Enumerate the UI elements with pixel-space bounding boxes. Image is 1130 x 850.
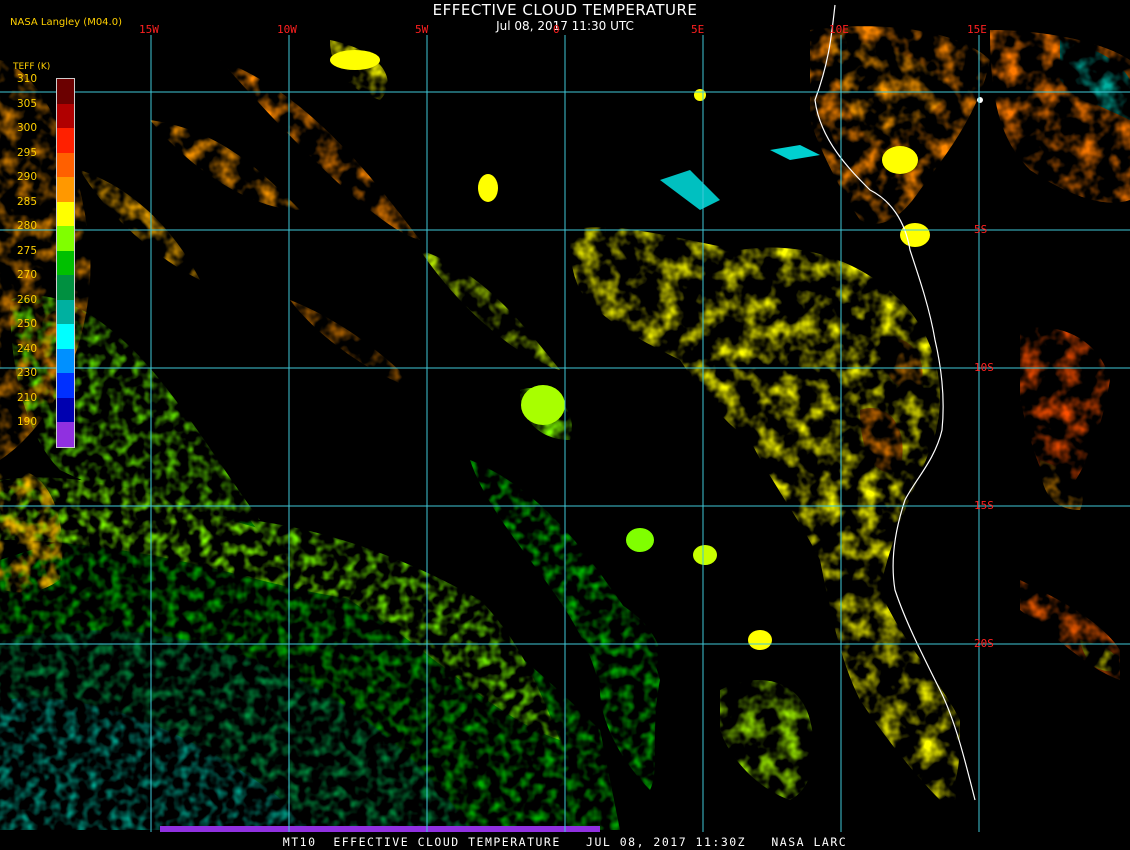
legend-swatch [57,103,74,128]
legend-swatch [57,128,74,153]
longitude-label: 15E [967,23,987,36]
legend-swatch [57,299,74,324]
legend-tick-label: 240 [16,342,38,355]
legend-swatch [57,152,74,177]
producer-label: NASA Langley (M04.0) [10,17,122,28]
longitude-label: 5E [691,23,705,36]
satellite-map: EFFECTIVE CLOUD TEMPERATURE Jul 08, 2017… [0,0,1130,850]
latitude-label: 10S [974,361,994,374]
scan-artifact [160,826,600,832]
legend-tick-label: 310 [16,73,38,85]
map-datetime: Jul 08, 2017 11:30 UTC [496,19,634,33]
longitude-label: 0 [553,23,560,36]
longitude-label: 15W [139,23,159,36]
latitude-label: 15S [974,499,994,512]
legend-tick-label: 275 [16,244,38,257]
legend-tick-label: 190 [16,416,38,428]
legend-swatch [57,177,74,202]
legend-tick-label: 290 [16,171,38,183]
legend-tick-label: 210 [16,391,38,404]
longitude-label: 5W [415,23,429,36]
latitude-label: 20S [974,637,994,650]
legend-swatch [57,348,74,373]
legend-swatch [57,250,74,275]
legend-tick-label: 285 [16,195,38,208]
legend-swatch [57,79,74,104]
legend-swatch [57,422,74,447]
legend-tick-label: 230 [16,367,38,379]
legend-swatch [57,275,74,300]
legend-tick-label: 270 [16,269,38,281]
latitude-label: 5S [974,223,988,236]
legend-swatch [57,324,74,349]
legend-title: TEFF (K) [13,62,51,72]
legend-swatch [57,373,74,398]
legend-tick-label: 295 [16,146,38,159]
footer-caption: MT10 EFFECTIVE CLOUD TEMPERATURE JUL 08,… [282,835,848,849]
longitude-label: 10W [277,23,297,36]
legend-tick-label: 300 [16,122,38,134]
cloud-field-southwest [0,295,620,830]
legend-tick-label: 280 [16,220,38,232]
longitude-label: 10E [829,23,849,36]
legend-tick-label: 250 [16,318,38,330]
legend-swatch [57,226,74,251]
legend-color-bar [56,78,75,448]
map-title: EFFECTIVE CLOUD TEMPERATURE [432,1,698,19]
color-legend: TEFF (K) 310 305 300 295 290 285 280 275 270 260 2… [0,60,80,448]
legend-tick-label: 305 [16,97,38,110]
cloud-temperature-image [0,4,1130,832]
legend-swatch [57,397,74,422]
legend-swatch [57,201,74,226]
legend-tick-label: 260 [16,293,38,306]
